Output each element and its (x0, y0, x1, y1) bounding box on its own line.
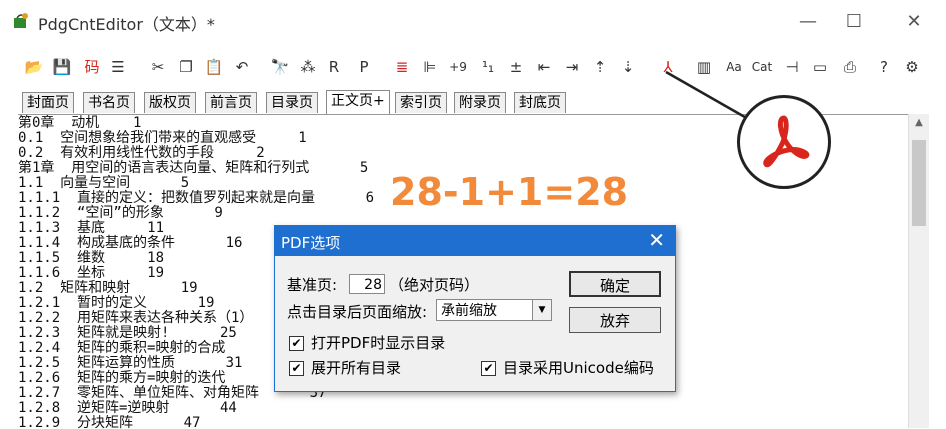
magnified-pdf-icon-callout (737, 95, 831, 189)
level-down-icon[interactable]: ⇣ (616, 55, 640, 79)
undo-icon[interactable]: ↶ (230, 55, 254, 79)
dialog-title-bar[interactable]: PDF选项 ✕ (275, 226, 675, 256)
cancel-button[interactable]: 放弃 (569, 307, 661, 333)
minimize-button[interactable]: — (788, 8, 828, 36)
plus-minus-icon[interactable]: ± (504, 55, 528, 79)
ok-button[interactable]: 确定 (569, 271, 661, 297)
scroll-thumb[interactable] (912, 140, 926, 226)
window-title: PdgCntEditor（文本）* (38, 15, 215, 34)
outline-icon[interactable]: ☰ (106, 55, 130, 79)
insert-icon[interactable]: ⊣ (780, 55, 804, 79)
pdf-options-dialog: PDF选项 ✕ 基准页: 28 （绝对页码） 点击目录后页面缩放: 承前缩放 ▼… (274, 225, 676, 392)
dialog-close-button[interactable]: ✕ (648, 230, 665, 250)
window-icon[interactable]: ▭ (808, 55, 832, 79)
show-toc-label: 打开PDF时显示目录 (311, 334, 446, 352)
align-red-icon[interactable]: ≣ (390, 55, 414, 79)
find-next-icon[interactable]: ⁂ (296, 55, 320, 79)
indent-in-icon[interactable]: ⇤ (532, 55, 556, 79)
unicode-label: 目录采用Unicode编码 (503, 359, 654, 377)
level-up-icon[interactable]: ⇡ (588, 55, 612, 79)
tab-2[interactable]: 版权页 (144, 92, 196, 113)
number-icon[interactable]: ¹₁ (476, 55, 500, 79)
tab-4[interactable]: 目录页 (266, 92, 318, 113)
unicode-checkbox[interactable]: ✔ (481, 361, 496, 376)
dialog-title: PDF选项 (281, 234, 341, 252)
encode-icon[interactable]: 码 (80, 55, 104, 79)
base-page-note: （绝对页码） (389, 276, 480, 294)
find-icon[interactable]: 🔭 (268, 55, 292, 79)
tab-0[interactable]: 封面页 (22, 92, 74, 113)
expand-all-label: 展开所有目录 (311, 359, 402, 377)
tab-3[interactable]: 前言页 (205, 92, 257, 113)
copy-icon[interactable]: ❐ (174, 55, 198, 79)
expand-all-checkbox[interactable]: ✔ (289, 361, 304, 376)
export-icon[interactable]: ⎙ (838, 55, 862, 79)
maximize-button[interactable]: ☐ (834, 8, 874, 36)
app-icon (14, 13, 28, 28)
replace-icon[interactable]: R (322, 55, 346, 79)
chevron-down-icon[interactable]: ▼ (532, 300, 551, 320)
scroll-up-icon[interactable]: ▲ (909, 114, 929, 132)
open-icon[interactable]: 📂 (22, 55, 46, 79)
zoom-select-value: 承前缩放 (441, 303, 497, 319)
vertical-scrollbar[interactable]: ▲ (908, 114, 929, 428)
replace-page-icon[interactable]: P (352, 55, 376, 79)
tab-7[interactable]: 附录页 (454, 92, 506, 113)
pdf-icon (763, 115, 810, 168)
cut-icon[interactable]: ✂ (146, 55, 170, 79)
settings-icon[interactable]: ⚙ (900, 55, 924, 79)
app-window: PdgCntEditor（文本）* — ☐ ✕ 📂 💾 码 ☰ ✂ ❐ 📋 ↶ 🔭 ⁂ R P ≣ ⊫ +9… (0, 0, 946, 429)
increase-9-icon[interactable]: +9 (446, 55, 470, 79)
formula-annotation: 28-1+1=28 (390, 170, 629, 214)
close-button[interactable]: ✕ (894, 8, 934, 36)
tab-5[interactable]: 正文页+ (326, 90, 390, 114)
help-icon[interactable]: ? (872, 55, 896, 79)
tab-6[interactable]: 索引页 (395, 92, 447, 113)
show-toc-checkbox[interactable]: ✔ (289, 336, 304, 351)
zoom-label: 点击目录后页面缩放: (287, 303, 428, 321)
align-icon[interactable]: ⊫ (418, 55, 442, 79)
tab-8[interactable]: 封底页 (514, 92, 566, 113)
toolbar: 📂 💾 码 ☰ ✂ ❐ 📋 ↶ 🔭 ⁂ R P ≣ ⊫ +9 ¹₁ ± ⇤ ⇥ ⇡ ⇣ ⅄ ▥ Aa Cat ⊣ ▭ ⎙? ⚙ (0, 52, 946, 86)
title-bar: PdgCntEditor（文本）* — ☐ ✕ (0, 0, 946, 44)
zoom-select[interactable]: 承前缩放 ▼ (436, 299, 552, 321)
tab-1[interactable]: 书名页 (83, 92, 135, 113)
base-page-input[interactable]: 28 (349, 274, 385, 294)
paste-icon[interactable]: 📋 (202, 55, 226, 79)
indent-out-icon[interactable]: ⇥ (560, 55, 584, 79)
toc-line[interactable]: 1.2.9 分块矩阵 47 (18, 415, 200, 429)
save-icon[interactable]: 💾 (50, 55, 74, 79)
base-page-label: 基准页: (287, 276, 338, 294)
